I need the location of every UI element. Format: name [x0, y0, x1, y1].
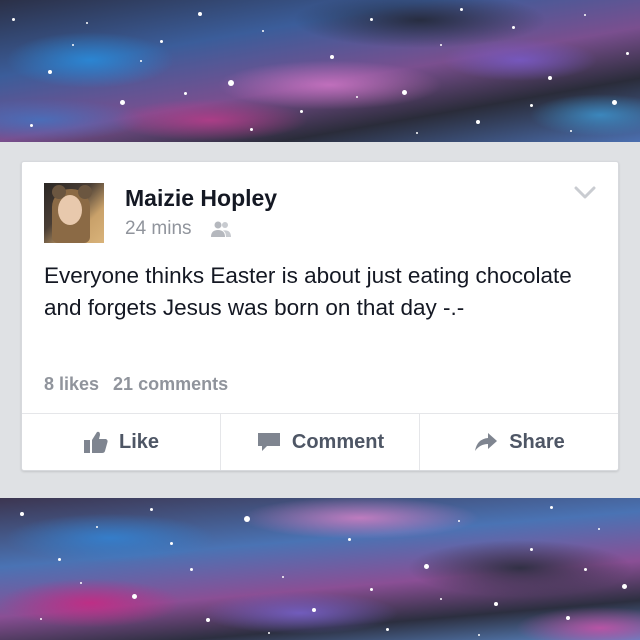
like-button[interactable]: Like [22, 414, 220, 470]
stars [0, 0, 640, 142]
author-name[interactable]: Maizie Hopley [125, 185, 277, 212]
comments-count[interactable]: 21 comments [113, 374, 228, 395]
like-label: Like [118, 430, 160, 453]
post-card: Maizie Hopley 24 mins Everyone thinks Ea… [21, 161, 619, 471]
stars [0, 498, 640, 640]
likes-count[interactable]: 8 likes [44, 374, 99, 395]
comment-label: Comment [291, 430, 385, 453]
chevron-down-icon[interactable] [574, 186, 596, 200]
galaxy-background-bottom [0, 498, 640, 640]
post-meta: 24 mins [125, 218, 232, 240]
avatar[interactable] [44, 183, 104, 243]
friends-icon[interactable] [210, 220, 232, 238]
thumbs-up-icon [83, 431, 108, 453]
comment-button[interactable]: Comment [220, 414, 419, 470]
share-label: Share [509, 430, 565, 453]
comment-icon [257, 433, 280, 451]
galaxy-background-top [0, 0, 640, 142]
share-button[interactable]: Share [419, 414, 618, 470]
post-text: Everyone thinks Easter is about just eat… [44, 263, 572, 320]
share-icon [475, 433, 498, 451]
action-bar: Like Comment Share [22, 413, 618, 470]
post-stats: 8 likes 21 comments [44, 374, 228, 395]
post-time[interactable]: 24 mins [125, 218, 192, 240]
